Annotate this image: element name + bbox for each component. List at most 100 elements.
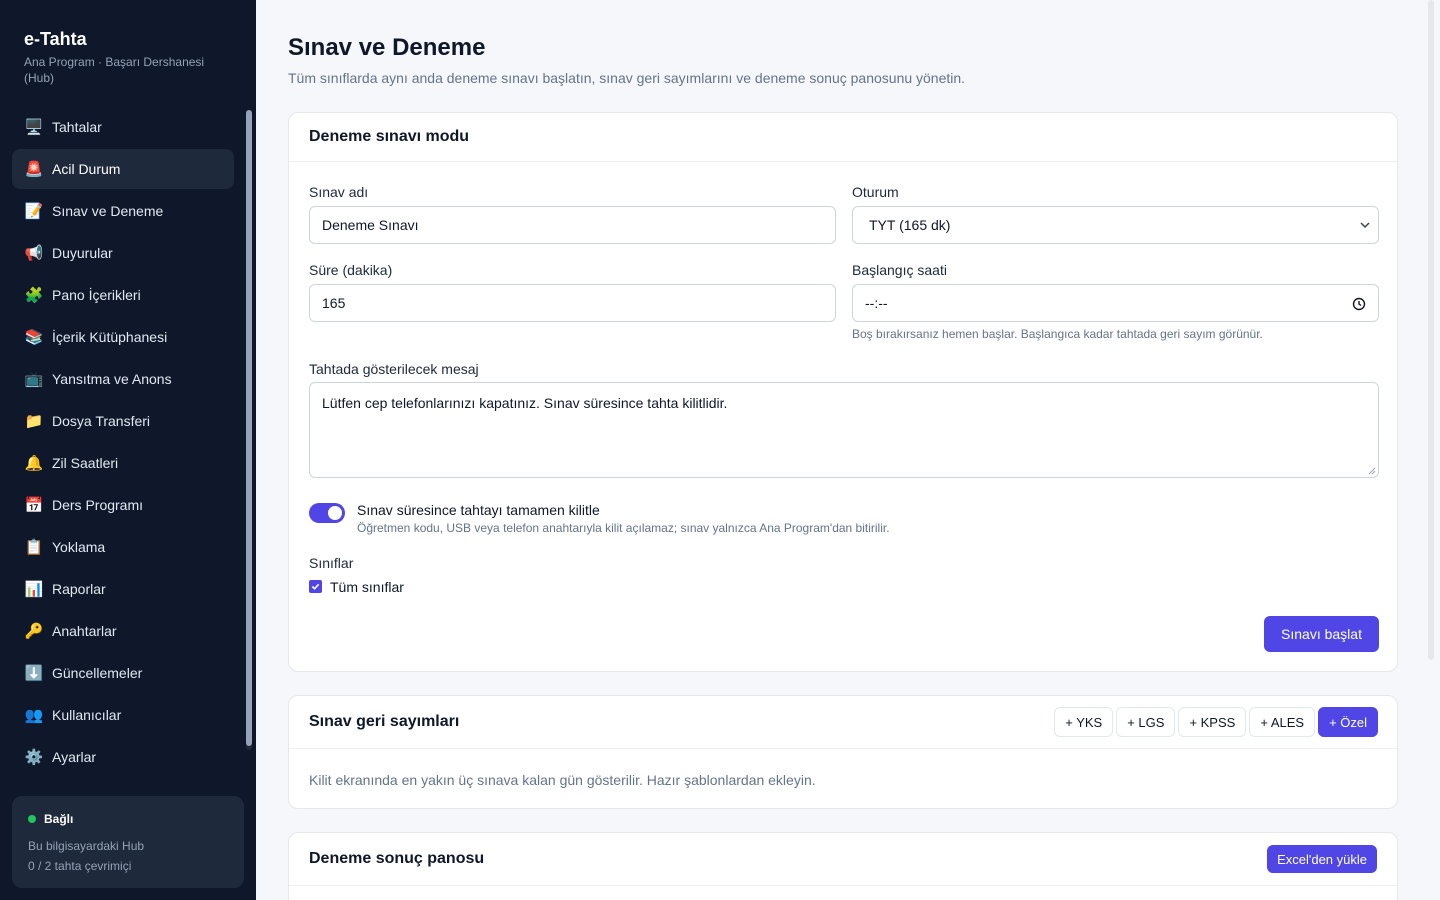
main-content: Sınav ve Deneme Tüm sınıflarda aynı anda… [256, 0, 1440, 900]
start-time-label: Başlangıç saati [852, 262, 947, 278]
results-card: Deneme sonuç panosu Excel'den yükle [288, 832, 1398, 900]
sidebar-item-2[interactable]: 📝 Sınav ve Deneme [12, 191, 234, 231]
message-textarea[interactable]: Lütfen cep telefonlarınızı kapatınız. Sı… [309, 382, 1379, 478]
clock-icon[interactable] [1352, 297, 1366, 311]
countdowns-card: Sınav geri sayımları + YKS + LGS + KPSS + A… [288, 695, 1398, 809]
exam-name-input[interactable]: Deneme Sınavı [309, 206, 836, 244]
countdown-template-chips: + YKS + LGS + KPSS + ALES + Özel [1051, 707, 1378, 737]
exam-name-value: Deneme Sınavı [322, 217, 419, 233]
sidebar-item-1[interactable]: 🚨 Acil Durum [12, 149, 234, 189]
lock-hint: Öğretmen kodu, USB veya telefon anahtarı… [357, 521, 890, 535]
clipboard-icon: 📋 [24, 539, 44, 556]
sidebar-item-label: Pano İçerikleri [52, 287, 141, 303]
folder-icon: 📁 [24, 413, 44, 430]
sidebar-item-label: Anahtarlar [52, 623, 117, 639]
sidebar-item-0[interactable]: 🖥️ Tahtalar [12, 107, 234, 147]
all-classes-label[interactable]: Tüm sınıflar [330, 579, 404, 595]
excel-upload-button[interactable]: Excel'den yükle [1267, 845, 1377, 873]
resize-handle-icon[interactable] [1368, 467, 1376, 475]
calendar-icon: 📅 [24, 497, 44, 514]
results-title: Deneme sonuç panosu [309, 850, 485, 867]
sidebar-item-label: Güncellemeler [52, 665, 143, 681]
check-icon [311, 583, 320, 590]
lock-label: Sınav süresince tahtayı tamamen kilitle [357, 502, 600, 518]
brand-title: e-Tahta [24, 29, 87, 49]
sidebar: e-Tahta Ana Program · Başarı Dershanesi … [0, 0, 256, 900]
page-title: Sınav ve Deneme [288, 34, 486, 61]
countdown-chip-0[interactable]: + YKS [1054, 707, 1114, 737]
start-time-hint: Boş bırakırsanız hemen başlar. Başlangıc… [852, 327, 1263, 341]
sidebar-item-label: Yoklama [52, 539, 106, 555]
brand-subtitle: Ana Program · Başarı Dershanesi (Hub) [24, 55, 205, 85]
session-select[interactable]: TYT (165 dk) [852, 206, 1379, 244]
key-icon: 🔑 [24, 623, 44, 640]
connection-status-card: Bağlı Bu bilgisayardaki Hub 0 / 2 tahta … [12, 796, 244, 888]
sidebar-item-8[interactable]: 🔔 Zil Saatleri [12, 443, 234, 483]
sidebar-item-label: Duyurular [52, 245, 113, 261]
sidebar-item-12[interactable]: 🔑 Anahtarlar [12, 611, 234, 651]
status-row: Bağlı [28, 812, 228, 826]
sidebar-item-label: Sınav ve Deneme [52, 203, 164, 219]
start-time-value: --:-- [865, 295, 888, 311]
sidebar-item-13[interactable]: ⬇️ Güncellemeler [12, 653, 234, 693]
exam-name-label: Sınav adı [309, 184, 369, 200]
users-icon: 👥 [24, 707, 44, 724]
chevron-down-icon [1360, 222, 1370, 229]
countdowns-header: Sınav geri sayımları + YKS + LGS + KPSS + A… [289, 696, 1397, 749]
sidebar-item-label: Tahtalar [52, 119, 102, 135]
lock-toggle[interactable] [309, 503, 345, 523]
sidebar-item-14[interactable]: 👥 Kullanıcılar [12, 695, 234, 735]
brand: e-Tahta Ana Program · Başarı Dershanesi … [24, 28, 234, 86]
megaphone-icon: 📢 [24, 245, 44, 262]
all-classes-checkbox[interactable] [309, 580, 322, 593]
countdowns-title: Sınav geri sayımları [309, 713, 460, 730]
sidebar-item-7[interactable]: 📁 Dosya Transferi [12, 401, 234, 441]
sidebar-item-10[interactable]: 📋 Yoklama [12, 527, 234, 567]
main-scrollbar[interactable] [1428, 0, 1434, 660]
countdown-chip-2[interactable]: + KPSS [1178, 707, 1247, 737]
start-time-input[interactable]: --:-- [852, 284, 1379, 322]
status-hub-line: Bu bilgisayardaki Hub [28, 839, 145, 853]
sidebar-item-4[interactable]: 🧩 Pano İçerikleri [12, 275, 234, 315]
sidebar-item-label: Kullanıcılar [52, 707, 122, 723]
sidebar-nav: 🖥️ Tahtalar 🚨 Acil Durum 📝 Sınav ve Deneme 📢 Du… [12, 107, 234, 779]
sidebar-item-label: Yansıtma ve Anons [52, 371, 172, 387]
session-value: TYT (165 dk) [869, 217, 951, 233]
sidebar-scrollbar-thumb[interactable] [246, 110, 252, 746]
sidebar-item-label: Raporlar [52, 581, 106, 597]
start-exam-button[interactable]: Sınavı başlat [1264, 616, 1379, 652]
page-subtitle: Tüm sınıflarda aynı anda deneme sınavı b… [288, 70, 966, 86]
sidebar-item-5[interactable]: 📚 İçerik Kütüphanesi [12, 317, 234, 357]
tv-icon: 📺 [24, 371, 44, 388]
sidebar-scrollbar[interactable] [246, 110, 252, 750]
sidebar-item-label: İçerik Kütüphanesi [52, 329, 168, 345]
countdown-chip-3[interactable]: + ALES [1249, 707, 1316, 737]
countdowns-description: Kilit ekranında en yakın üç sınava kalan… [309, 772, 816, 788]
sidebar-item-label: Ders Programı [52, 497, 144, 513]
lock-toggle-knob [328, 506, 342, 520]
message-value: Lütfen cep telefonlarınızı kapatınız. Sı… [322, 395, 728, 411]
sidebar-item-label: Acil Durum [52, 161, 121, 177]
status-label: Bağlı [44, 812, 74, 826]
sidebar-item-11[interactable]: 📊 Raporlar [12, 569, 234, 609]
books-icon: 📚 [24, 329, 44, 346]
desktop-icon: 🖥️ [24, 119, 44, 136]
bar-chart-icon: 📊 [24, 581, 44, 598]
status-online-line: 0 / 2 tahta çevrimiçi [28, 859, 132, 873]
countdown-chip-1[interactable]: + LGS [1116, 707, 1176, 737]
results-header: Deneme sonuç panosu Excel'den yükle [289, 833, 1397, 886]
sidebar-item-label: Ayarlar [52, 749, 97, 765]
siren-icon: 🚨 [24, 161, 44, 178]
bell-icon: 🔔 [24, 455, 44, 472]
gear-icon: ⚙️ [24, 749, 44, 766]
countdown-chip-4[interactable]: + Özel [1318, 707, 1378, 737]
memo-icon: 📝 [24, 203, 44, 220]
duration-label: Süre (dakika) [309, 262, 393, 278]
sidebar-item-3[interactable]: 📢 Duyurular [12, 233, 234, 273]
duration-input[interactable]: 165 [309, 284, 836, 322]
sidebar-item-6[interactable]: 📺 Yansıtma ve Anons [12, 359, 234, 399]
sidebar-item-9[interactable]: 📅 Ders Programı [12, 485, 234, 525]
sidebar-item-15[interactable]: ⚙️ Ayarlar [12, 737, 234, 777]
exam-mode-card: Deneme sınavı modu Sınav adı Deneme Sına… [288, 112, 1398, 672]
sidebar-item-label: Dosya Transferi [52, 413, 151, 429]
